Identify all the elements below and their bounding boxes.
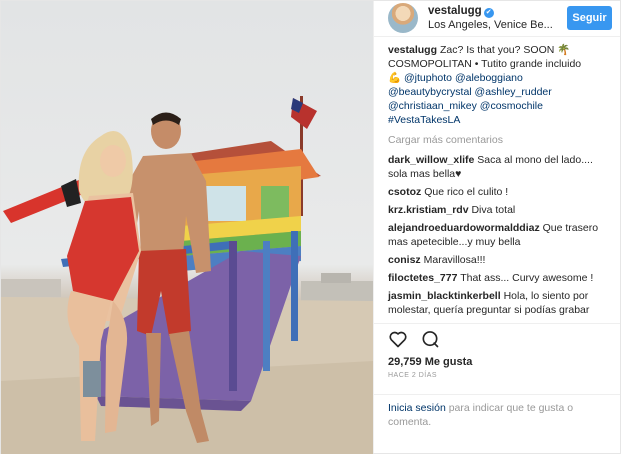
comment: dark_willow_xlife Saca al mono del lado.…	[388, 153, 610, 181]
post-side-panel: vestalugg ✔ Los Angeles, Venice Be... Seg…	[373, 1, 620, 453]
comment: krz.kristiam_rdv Diva total	[388, 203, 610, 217]
comment-text: Diva total	[471, 203, 516, 216]
verified-badge-icon: ✔	[483, 8, 494, 19]
header-text: vestalugg ✔ Los Angeles, Venice Be...	[428, 4, 567, 32]
load-more-comments-link[interactable]: Cargar más comentarios	[388, 133, 610, 147]
comment: conisz Maravillosa!!!	[388, 253, 610, 267]
comment-username[interactable]: filoctetes_777	[388, 272, 457, 284]
post-header: vestalugg ✔ Los Angeles, Venice Be... Seg…	[374, 1, 620, 37]
post-photo[interactable]	[1, 1, 373, 454]
palm-tree-emoji: 🌴	[557, 43, 571, 56]
likes-count[interactable]: 29,759 Me gusta	[388, 356, 606, 368]
comment-text: That ass... Curvy awesome !	[460, 271, 594, 284]
mention-link[interactable]: @christiaan_mikey	[388, 100, 477, 112]
caption-text-1: Zac? Is that you? SOON	[439, 43, 555, 56]
caption-username[interactable]: vestalugg	[388, 44, 437, 56]
mention-link[interactable]: @beautybycrystal	[388, 86, 472, 98]
post-actions: 29,759 Me gusta HACE 2 DÍAS Inicia sesió…	[374, 322, 620, 453]
mention-link[interactable]: @aleboggiano	[455, 72, 523, 84]
flexed-biceps-emoji: 💪	[388, 71, 402, 84]
action-icons	[388, 330, 606, 352]
comment-username[interactable]: conisz	[388, 254, 421, 266]
login-prompt: Inicia sesión para indicar que te gusta …	[374, 393, 620, 435]
comment-username[interactable]: csotoz	[388, 186, 421, 198]
mention-link[interactable]: @cosmochile	[480, 100, 543, 112]
login-link[interactable]: Inicia sesión	[388, 402, 446, 414]
comment-username[interactable]: dark_willow_xlife	[388, 154, 474, 166]
comments-list: vestalugg Zac? Is that you? SOON 🌴 COSMO…	[374, 37, 620, 323]
comment-username[interactable]: jasmin_blacktinkerbell	[388, 290, 501, 302]
hashtag-link[interactable]: #VestaTakesLA	[388, 114, 460, 126]
caption-text-2: COSMOPOLITAN • Tutito grande incluido	[388, 57, 582, 70]
instagram-post: vestalugg ✔ Los Angeles, Venice Be... Seg…	[0, 0, 621, 454]
caption: vestalugg Zac? Is that you? SOON 🌴 COSMO…	[388, 43, 610, 127]
post-timestamp: HACE 2 DÍAS	[388, 371, 438, 379]
comment-username[interactable]: krz.kristiam_rdv	[388, 204, 469, 216]
comment-text: Maravillosa!!!	[423, 253, 486, 266]
comment-username[interactable]: alejandroeduardowormalddiaz	[388, 222, 540, 234]
follow-button[interactable]: Seguir	[567, 6, 612, 31]
beach-lifeguard-photo	[1, 96, 373, 454]
comment: csotoz Que rico el culito !	[388, 185, 610, 199]
comment-text: Que rico el culito !	[424, 185, 509, 198]
comment: jasmin_blacktinkerbell Hola, lo siento p…	[388, 289, 610, 317]
comment-icon[interactable]	[420, 329, 440, 352]
mention-link[interactable]: @jtuphoto	[404, 72, 452, 84]
location-link[interactable]: Los Angeles, Venice Be...	[428, 18, 567, 32]
username-link[interactable]: vestalugg	[428, 5, 482, 17]
heart-icon[interactable]	[388, 329, 408, 352]
comment: filoctetes_777 That ass... Curvy awesome…	[388, 271, 610, 285]
mention-link[interactable]: @ashley_rudder	[475, 86, 552, 98]
avatar[interactable]	[388, 3, 418, 34]
comment: alejandroeduardowormalddiaz Que trasero …	[388, 221, 610, 249]
